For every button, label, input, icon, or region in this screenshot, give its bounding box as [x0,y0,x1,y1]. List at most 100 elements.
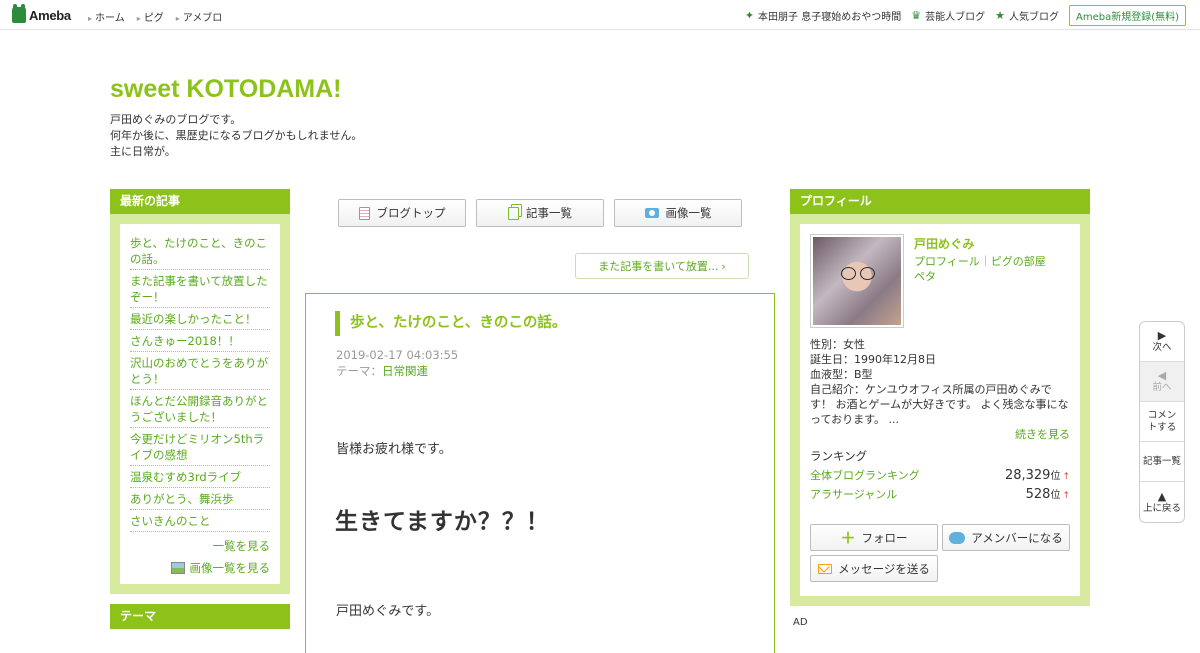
sparkle-icon: ✦ [744,9,755,22]
see-image-list-label: 画像一覧を見る [189,561,271,575]
next-article-button[interactable]: ▶ 次へ [1140,322,1184,362]
blog-top-label: ブログトップ [376,206,446,220]
send-message-label: メッセージを送る [838,561,930,576]
nav-home[interactable]: ホーム [88,9,125,24]
profile-links: プロフィール｜ピグの部屋 ペタ [914,254,1046,284]
trending-link-label: 本田朋子 息子寝始めおやつ時間 [758,12,902,23]
plus-icon: ＋ [840,529,856,547]
profile-gender: 性別：女性 [810,338,865,351]
ranking-unit: 位 [1050,490,1061,501]
list-item[interactable]: さいきんのこと [130,510,270,532]
list-item[interactable]: 今更だけどミリオン5thライブの感想 [130,428,270,466]
crown-icon: ♛ [911,9,922,22]
list-item[interactable]: 温泉むすめ3rdライブ [130,466,270,488]
blog-description: 戸田めぐみのブログです。 何年か後に、黒歴史になるブログかもしれません。 主に日… [110,112,362,160]
article-theme: テーマ：日常関連 [336,363,458,379]
float-article-list-button[interactable]: 記事一覧 [1140,442,1184,482]
top-right-links: ✦ 本田朋子 息子寝始めおやつ時間 ♛ 芸能人ブログ ★ 人気ブログ Ameba新規登… [745,5,1186,26]
profile-blood-type: 血液型：B型 [810,368,873,381]
nav-pigg[interactable]: ピグ [137,9,164,24]
list-item[interactable]: 最近の楽しかったこと！ [130,308,270,330]
previous-article-label: また記事を書いて放置... [598,260,719,273]
blog-top-button[interactable]: ブログトップ [338,199,466,227]
camera-icon [644,208,659,218]
follow-label: フォロー [861,530,908,545]
ranking-unit: 位 [1050,471,1061,482]
blog-desc-line: 戸田めぐみのブログです。 [110,113,242,126]
ranking-row: アラサージャンル 528位 ↑ [810,486,1070,502]
list-item[interactable]: さんきゅー2018！！ [130,330,270,352]
profile-birthday: 誕生日：1990年12月8日 [810,353,936,366]
peta-link[interactable]: ペタ [914,269,1046,284]
blog-desc-line: 何年か後に、黒歴史になるブログかもしれません。 [110,129,363,142]
avatar[interactable] [810,234,904,328]
trending-link[interactable]: ✦ 本田朋子 息子寝始めおやつ時間 [745,8,901,23]
see-image-list-link[interactable]: 画像一覧を見る [130,560,270,576]
copy-icon [508,206,519,220]
see-all-articles-link[interactable]: 一覧を見る [130,538,271,554]
list-item[interactable]: また記事を書いて放置したぞー！ [130,270,270,308]
popular-blog-label: 人気ブログ [1008,12,1059,23]
list-item[interactable]: 歩と、たけのこと、きのこの話。 [130,232,270,270]
blog-nav-buttons: ブログトップ 記事一覧 画像一覧 [338,199,742,227]
ameba-logo[interactable]: Ameba [12,4,71,24]
send-message-button[interactable]: メッセージを送る [810,555,938,582]
article-title[interactable]: 歩と、たけのこと、きのこの話。 [335,311,566,336]
article-meta: 2019-02-17 04:03:55 テーマ：日常関連 [336,347,458,379]
ranking-number: 528 [1025,487,1051,502]
ad-label: AD [793,617,808,628]
follow-button[interactable]: ＋ フォロー [810,524,938,551]
list-item[interactable]: ありがとう、舞浜歩 [130,488,270,510]
article-headline: 生きてますか？？！ [335,509,550,535]
article-list-button[interactable]: 記事一覧 [476,199,604,227]
theme-link[interactable]: 日常関連 [382,364,428,378]
ranking-row: 全体ブログランキング 28,329位 ↑ [810,467,1070,483]
prev-article-button[interactable]: ◀ 前へ [1140,362,1184,402]
amember-label: アメンバーになる [971,530,1063,545]
profile-heading: プロフィール [790,189,1090,214]
read-more-link[interactable]: 続きを見る [1015,427,1070,442]
popular-blog-link[interactable]: ★ 人気ブログ [995,8,1059,23]
blog-title[interactable]: sweet KOTODAMA! [110,75,342,104]
recent-articles-box: 最新の記事 歩と、たけのこと、きのこの話。 また記事を書いて放置したぞー！ 最近… [110,189,290,594]
recent-articles-heading: 最新の記事 [110,189,290,214]
ranking-value: 28,329位 ↑ [1005,467,1070,483]
celebrity-blog-label: 芸能人ブログ [925,12,986,23]
celebrity-blog-link[interactable]: ♛ 芸能人ブログ [911,8,985,23]
comment-button[interactable]: コメントする [1140,402,1184,442]
ranking-number: 28,329 [1004,468,1051,483]
profile-name[interactable]: 戸田めぐみ [914,235,974,252]
mail-icon [818,563,833,574]
image-list-label: 画像一覧 [665,206,712,220]
register-button[interactable]: Ameba新規登録(無料) [1068,5,1186,26]
top-bar: Ameba ホーム ピグ アメブロ ✦本田朋子 息子寝始めおやつ時間 ♛芸能人ブ… [0,0,1200,30]
ameba-logo-text: Ameba [29,7,71,23]
ameba-logo-icon [12,4,26,23]
avatar-photo [813,237,901,325]
profile-pigg-link[interactable]: プロフィール｜ピグの部屋 [914,254,1046,269]
play-left-icon: ◀ [1157,369,1167,382]
arrow-up-icon: ▲ [1157,489,1167,503]
top-nav: ホーム ピグ アメブロ [88,9,222,24]
image-list-icon [170,562,185,574]
chat-bubble-icon [949,531,966,544]
ranking-heading: ランキング [810,449,868,463]
chevron-right-icon: › [721,259,726,273]
back-to-top-button[interactable]: ▲ 上に戻る [1140,482,1184,522]
amember-button[interactable]: アメンバーになる [942,524,1070,551]
left-sidebar: 最新の記事 歩と、たけのこと、きのこの話。 また記事を書いて放置したぞー！ 最近… [110,189,290,629]
back-to-top-label: 上に戻る [1142,502,1181,514]
list-item[interactable]: ほんとだ公開録音ありがとうございました！ [130,390,270,428]
nav-ameblo[interactable]: アメブロ [176,9,223,24]
ranking-label[interactable]: アラサージャンル [810,486,897,502]
article-paragraph: 戸田めぐみです。 [336,604,440,619]
image-list-button[interactable]: 画像一覧 [614,199,742,227]
ranking-label[interactable]: 全体ブログランキング [810,467,920,483]
previous-article-link[interactable]: また記事を書いて放置... › [575,253,749,279]
play-right-icon: ▶ [1157,329,1167,342]
list-item[interactable]: 沢山のおめでとうをありがとう！ [130,352,270,390]
recent-articles-list: 歩と、たけのこと、きのこの話。 また記事を書いて放置したぞー！ 最近の楽しかった… [120,224,280,584]
arrow-up-icon: ↑ [1062,491,1070,501]
profile-info: 性別：女性 誕生日：1990年12月8日 血液型：B型 自己紹介：ケンユウオフィ… [810,337,1070,442]
arrow-up-icon: ↑ [1062,472,1070,482]
